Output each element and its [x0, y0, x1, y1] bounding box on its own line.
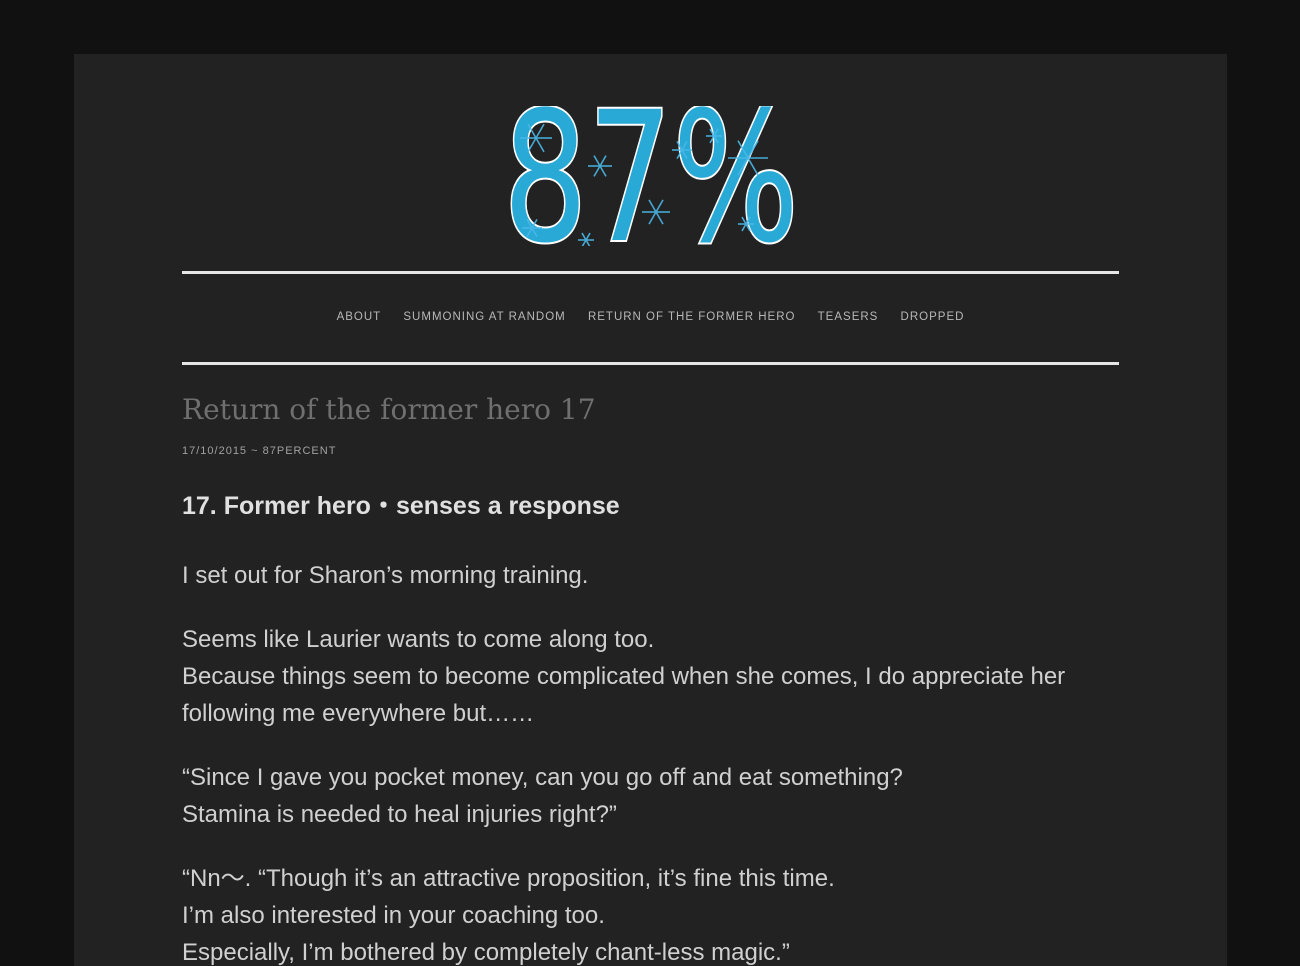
- nav-item-dropped[interactable]: DROPPED: [901, 311, 965, 323]
- post-meta: 17/10/2015 ~ 87PERCENT: [182, 445, 336, 457]
- paragraph-line: Stamina is needed to heal injuries right…: [182, 800, 617, 828]
- post-date[interactable]: 17/10/2015: [182, 445, 247, 457]
- nav-item-teasers[interactable]: TEASERS: [818, 311, 879, 323]
- site-logo-link[interactable]: 87%: [182, 106, 1119, 246]
- paragraph-line: Seems like Laurier wants to come along t…: [182, 625, 655, 653]
- paragraph: “Nn〜. “Though it’s an attractive proposi…: [182, 860, 1119, 966]
- post-content: 17. Former hero・senses a response I set …: [182, 490, 1119, 966]
- meta-separator: ~: [251, 445, 259, 457]
- paragraph: “Since I gave you pocket money, can you …: [182, 759, 1119, 833]
- paragraph-line: I’m also interested in your coaching too…: [182, 901, 605, 929]
- site-logo-text: 87%: [503, 106, 799, 246]
- post-title[interactable]: Return of the former hero 17: [182, 393, 596, 426]
- paragraph-line: Because things seem to become complicate…: [182, 662, 1066, 727]
- nav-item-return-of-the-former-hero[interactable]: RETURN OF THE FORMER HERO: [588, 311, 796, 323]
- nav-item-about[interactable]: ABOUT: [337, 311, 382, 323]
- paragraph-line: “Nn〜. “Though it’s an attractive proposi…: [182, 864, 835, 892]
- paragraph-line: I set out for Sharon’s morning training.: [182, 561, 589, 589]
- chapter-heading: 17. Former hero・senses a response: [182, 492, 620, 520]
- site-logo[interactable]: 87%: [496, 106, 806, 246]
- paragraph: I set out for Sharon’s morning training.: [182, 557, 1119, 594]
- post-author[interactable]: 87PERCENT: [263, 445, 337, 457]
- nav-item-summoning-at-random[interactable]: SUMMONING AT RANDOM: [403, 311, 565, 323]
- header-divider-bottom: [182, 362, 1119, 365]
- paragraph: Seems like Laurier wants to come along t…: [182, 621, 1119, 732]
- page-container: 87% ABOUT SUMMONING AT RANDOM RETURN OF …: [74, 54, 1227, 966]
- paragraph-line: “Since I gave you pocket money, can you …: [182, 763, 903, 791]
- header-divider-top: [182, 271, 1119, 274]
- main-navigation: ABOUT SUMMONING AT RANDOM RETURN OF THE …: [182, 311, 1119, 323]
- paragraph-line: Especially, I’m bothered by completely c…: [182, 938, 790, 966]
